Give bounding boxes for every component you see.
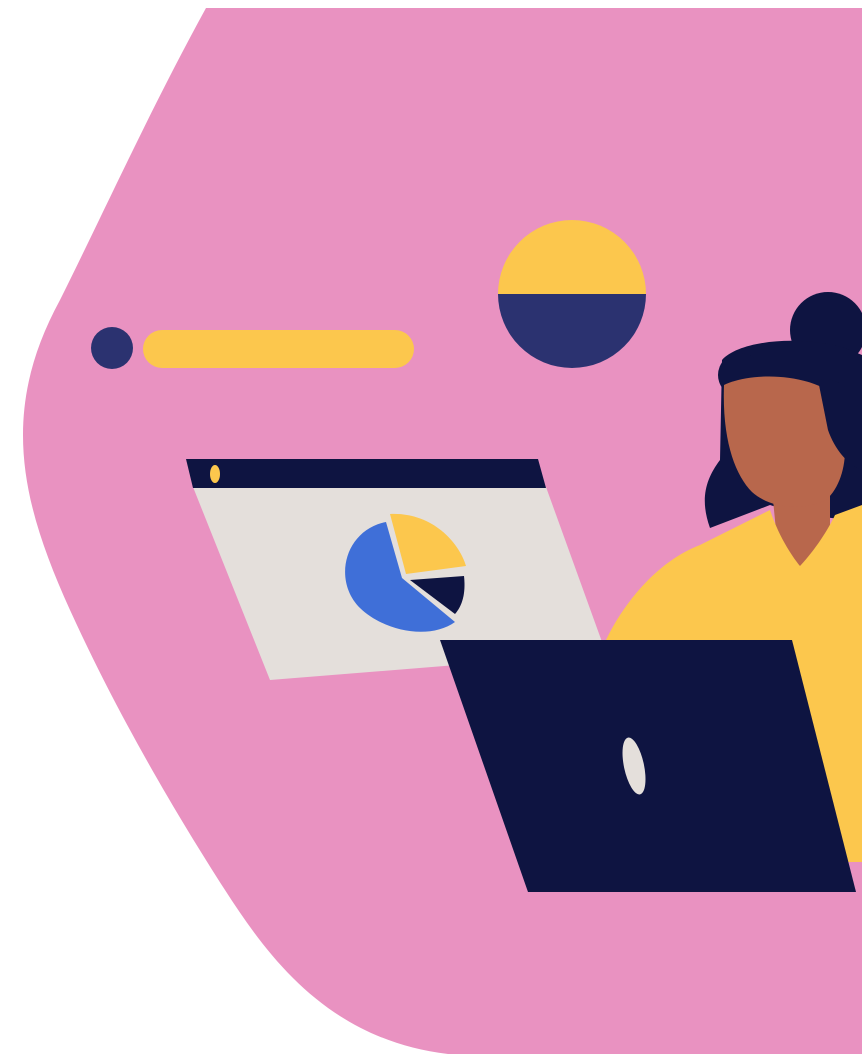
- half-circle-icon: [498, 220, 646, 368]
- dot-icon: [91, 327, 133, 369]
- illustration-canvas: [0, 0, 862, 1054]
- illustration: [22, 8, 862, 1054]
- window-dot-icon: [210, 465, 220, 483]
- progress-bar: [143, 330, 414, 368]
